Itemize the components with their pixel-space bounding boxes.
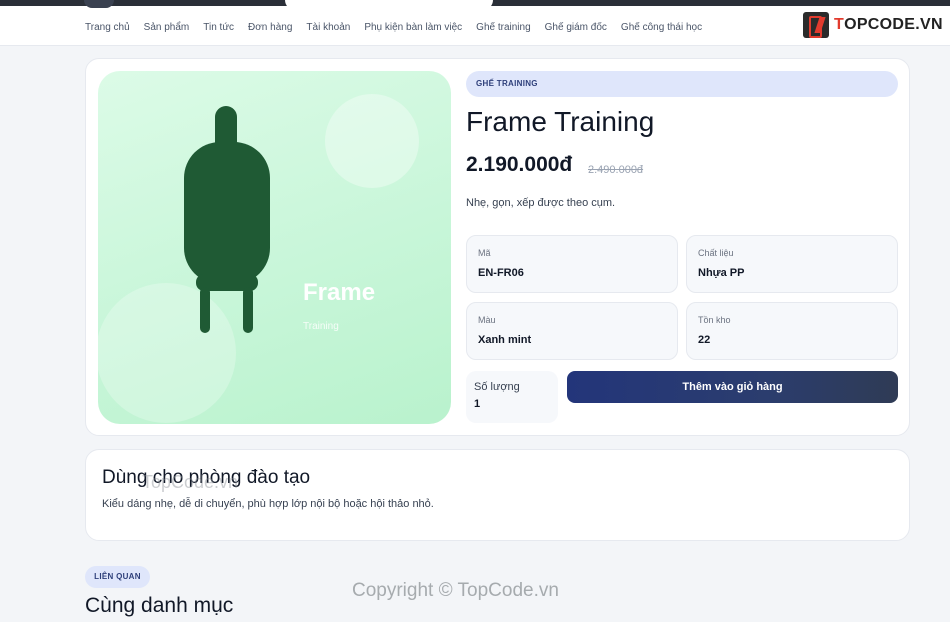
top-bar: Trang chủ Sản phẩm Tin tức Đơn hàng Tài …: [0, 0, 950, 46]
quantity-input[interactable]: 1: [474, 398, 480, 410]
main-nav: Trang chủ Sản phẩm Tin tức Đơn hàng Tài …: [85, 22, 702, 33]
nav-item-account[interactable]: Tài khoản: [306, 22, 350, 33]
spec-label: Màu: [478, 315, 496, 325]
spec-card-material: Chất liệu Nhựa PP: [686, 235, 898, 293]
spec-label: Chất liệu: [698, 248, 734, 258]
product-description: Nhẹ, gọn, xếp được theo cụm.: [466, 197, 616, 209]
nav-item-orders[interactable]: Đơn hàng: [248, 22, 292, 33]
detail-text: Kiểu dáng nhẹ, dễ di chuyển, phù hợp lớp…: [102, 498, 434, 510]
spec-value: EN-FR06: [478, 267, 524, 279]
chair-illustration-icon: [184, 106, 270, 333]
spec-label: Tồn kho: [698, 315, 731, 325]
nav-item-executive-chairs[interactable]: Ghế giám đốc: [545, 22, 607, 33]
product-old-price: 2.490.000đ: [588, 164, 644, 176]
product-price: 2.190.000đ: [466, 153, 573, 176]
add-to-cart-button[interactable]: Thêm vào giỏ hàng: [567, 371, 898, 403]
nav-item-desk-accessories[interactable]: Phụ kiện bàn làm việc: [364, 22, 462, 33]
topcode-logo-icon: [803, 12, 829, 38]
spec-value: Nhựa PP: [698, 267, 745, 279]
nav-item-home[interactable]: Trang chủ: [85, 22, 130, 33]
spec-value: 22: [698, 334, 711, 346]
spec-card-stock: Tồn kho 22: [686, 302, 898, 360]
watermark-footer: Copyright © TopCode.vn: [352, 580, 559, 601]
watermark-center: TopCode.vn: [142, 472, 239, 492]
nav-item-training-chairs[interactable]: Ghế training: [476, 22, 530, 33]
nav-item-news[interactable]: Tin tức: [203, 22, 234, 33]
topbar-tab-left: [84, 0, 114, 8]
category-badge: GHẾ TRAINING: [466, 71, 898, 97]
nav-item-products[interactable]: Sản phẩm: [144, 22, 190, 33]
logo-text: TOPCODE.VN: [834, 16, 943, 33]
image-title: Frame: [303, 279, 376, 306]
spec-card-color: Màu Xanh mint: [466, 302, 678, 360]
spec-label: Mã: [478, 248, 491, 258]
topbar-tab-mid: [285, 0, 493, 10]
product-image: Frame Training: [98, 71, 451, 424]
site-logo[interactable]: TOPCODE.VN: [803, 12, 943, 38]
image-subtitle: Training: [303, 321, 339, 332]
related-title: Cùng danh mục: [85, 594, 234, 617]
nav-item-ergonomic-chairs[interactable]: Ghế công thái học: [621, 22, 702, 33]
related-badge: LIÊN QUAN: [85, 566, 150, 588]
quantity-field[interactable]: Số lượng 1: [466, 371, 558, 423]
product-title: Frame Training: [466, 106, 655, 137]
detail-card: [85, 449, 910, 541]
quantity-label: Số lượng: [474, 381, 520, 393]
spec-value: Xanh mint: [478, 334, 532, 346]
spec-card-code: Mã EN-FR06: [466, 235, 678, 293]
